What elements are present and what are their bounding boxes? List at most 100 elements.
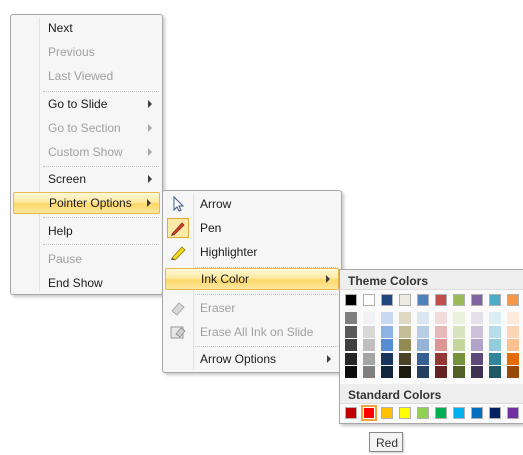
theme-shade-swatch[interactable]: [381, 339, 393, 351]
theme-shade-swatch[interactable]: [471, 312, 483, 324]
standard-color-swatch[interactable]: [507, 407, 519, 419]
theme-shade-swatch[interactable]: [381, 325, 393, 338]
theme-shade-swatch[interactable]: [507, 352, 519, 365]
theme-color-swatch[interactable]: [435, 294, 447, 306]
theme-color-swatch[interactable]: [381, 294, 393, 306]
theme-shade-swatch[interactable]: [435, 366, 447, 378]
menu-item-screen[interactable]: Screen: [13, 168, 160, 190]
menu-item-next[interactable]: Next: [13, 17, 160, 39]
menu-item-label: Previous: [48, 45, 95, 59]
theme-shade-swatch[interactable]: [453, 325, 465, 338]
submenu-arrow-icon: [148, 148, 152, 156]
pen-icon: [167, 218, 189, 238]
theme-shade-swatch[interactable]: [471, 366, 483, 378]
theme-color-swatch[interactable]: [507, 294, 519, 306]
menu-item-erase-all-ink: Erase All Ink on Slide: [165, 321, 339, 343]
submenu-arrow-icon: [148, 175, 152, 183]
theme-color-swatch[interactable]: [471, 294, 483, 306]
menu-item-label: Pen: [200, 221, 222, 235]
menu-item-highlighter[interactable]: Highlighter: [165, 241, 339, 263]
erase-all-icon: [168, 323, 188, 341]
eraser-icon: [168, 299, 188, 317]
theme-shade-swatch[interactable]: [345, 312, 357, 324]
menu-item-label: Highlighter: [200, 245, 258, 259]
standard-color-swatch[interactable]: [453, 407, 465, 419]
theme-shade-swatch[interactable]: [435, 325, 447, 338]
theme-shade-swatch[interactable]: [435, 339, 447, 351]
theme-shade-swatch[interactable]: [453, 366, 465, 378]
theme-shade-swatch[interactable]: [507, 312, 519, 324]
selected-standard-color-swatch[interactable]: [361, 405, 377, 421]
theme-shade-swatch[interactable]: [507, 366, 519, 378]
theme-shade-swatch[interactable]: [417, 312, 429, 324]
theme-shade-swatch[interactable]: [363, 366, 375, 378]
submenu-arrow-icon: [147, 199, 151, 207]
menu-item-arrow[interactable]: Arrow: [165, 193, 339, 215]
submenu-arrow-icon: [327, 355, 331, 363]
menu-item-ink-color[interactable]: Ink Color: [165, 268, 339, 290]
theme-shade-swatch[interactable]: [363, 352, 375, 365]
theme-shade-swatch[interactable]: [507, 325, 519, 338]
menu-item-end-show[interactable]: End Show: [13, 272, 160, 294]
theme-shade-swatch[interactable]: [471, 352, 483, 365]
standard-colors-title: Standard Colors: [348, 388, 442, 402]
theme-shade-swatch[interactable]: [489, 312, 501, 324]
theme-shade-swatch[interactable]: [435, 352, 447, 365]
theme-shade-swatch[interactable]: [453, 339, 465, 351]
menu-item-eraser: Eraser: [165, 297, 339, 319]
theme-color-swatch[interactable]: [489, 294, 501, 306]
theme-shade-swatch[interactable]: [345, 352, 357, 365]
tooltip-text: Red: [376, 436, 399, 450]
theme-shade-swatch[interactable]: [417, 339, 429, 351]
theme-color-swatch[interactable]: [453, 294, 465, 306]
theme-color-swatch[interactable]: [363, 294, 375, 306]
menu-item-pointer-options[interactable]: Pointer Options: [13, 192, 160, 214]
theme-shade-swatch[interactable]: [489, 352, 501, 365]
theme-shade-swatch[interactable]: [417, 325, 429, 338]
menu-item-go-to-slide[interactable]: Go to Slide: [13, 93, 160, 115]
menu-item-pen[interactable]: Pen: [165, 217, 339, 239]
theme-shade-swatch[interactable]: [453, 312, 465, 324]
theme-shade-swatch[interactable]: [417, 352, 429, 365]
standard-color-swatch[interactable]: [489, 407, 501, 419]
menu-separator: [43, 217, 159, 218]
menu-item-help[interactable]: Help: [13, 220, 160, 242]
theme-shade-swatch[interactable]: [381, 366, 393, 378]
menu-item-label: End Show: [48, 276, 103, 290]
theme-shade-swatch[interactable]: [489, 366, 501, 378]
theme-color-swatch[interactable]: [399, 294, 411, 306]
theme-shade-swatch[interactable]: [381, 352, 393, 365]
theme-color-swatch[interactable]: [417, 294, 429, 306]
theme-shade-swatch[interactable]: [471, 339, 483, 351]
theme-shade-swatch[interactable]: [507, 339, 519, 351]
theme-shade-swatch[interactable]: [489, 325, 501, 338]
theme-shade-swatch[interactable]: [363, 325, 375, 338]
theme-shade-swatch[interactable]: [363, 312, 375, 324]
theme-shade-swatch[interactable]: [381, 312, 393, 324]
theme-shade-swatch[interactable]: [399, 325, 411, 338]
slideshow-context-menu: Next Previous Last Viewed Go to Slide Go…: [10, 14, 163, 295]
standard-color-swatch[interactable]: [417, 407, 429, 419]
standard-color-swatch[interactable]: [381, 407, 393, 419]
standard-color-swatch[interactable]: [471, 407, 483, 419]
theme-shade-swatch[interactable]: [363, 339, 375, 351]
theme-shade-swatch[interactable]: [399, 366, 411, 378]
menu-item-arrow-options[interactable]: Arrow Options: [165, 348, 339, 370]
standard-color-swatch[interactable]: [435, 407, 447, 419]
theme-shade-swatch[interactable]: [399, 339, 411, 351]
theme-color-swatch[interactable]: [345, 294, 357, 306]
standard-color-swatch[interactable]: [345, 407, 357, 419]
theme-shade-swatch[interactable]: [471, 325, 483, 338]
theme-shade-swatch[interactable]: [417, 366, 429, 378]
theme-shade-swatch[interactable]: [399, 312, 411, 324]
theme-shade-swatch[interactable]: [435, 312, 447, 324]
theme-shade-swatch[interactable]: [345, 339, 357, 351]
theme-shade-swatch[interactable]: [345, 325, 357, 338]
theme-shade-swatch[interactable]: [345, 366, 357, 378]
theme-shade-swatch[interactable]: [399, 352, 411, 365]
theme-shade-swatch[interactable]: [453, 352, 465, 365]
menu-item-label: Last Viewed: [48, 69, 114, 83]
standard-color-swatch[interactable]: [399, 407, 411, 419]
theme-shade-swatch[interactable]: [489, 339, 501, 351]
menu-separator: [43, 166, 159, 167]
